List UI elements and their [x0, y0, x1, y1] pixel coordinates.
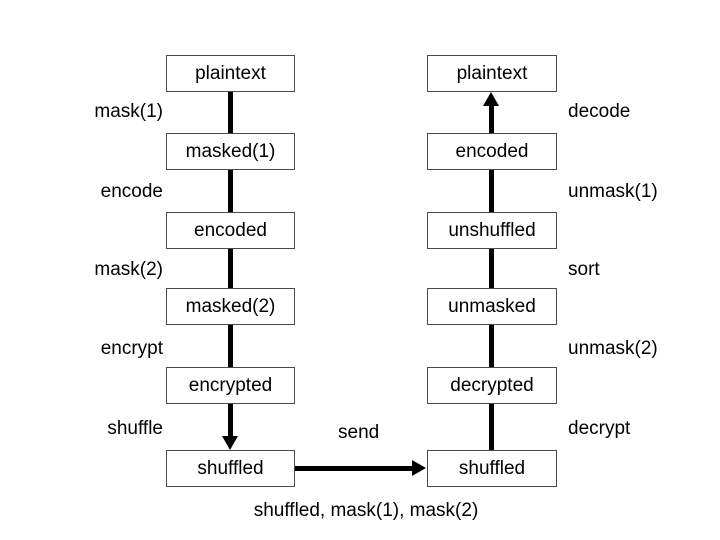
edge-label-mask-2: mask(2) [94, 259, 163, 280]
edge-label-encode: encode [100, 181, 163, 202]
connector-left-plaintext-to-masked1 [228, 92, 233, 133]
connector-left-encrypted-to-shuffled [228, 404, 233, 438]
node-left-masked2[interactable]: masked(2) [166, 288, 295, 325]
node-left-shuffled[interactable]: shuffled [166, 450, 295, 487]
edge-label-send: send [338, 422, 380, 443]
edge-label-encrypt: encrypt [100, 338, 163, 359]
connector-left-encoded-to-masked2 [228, 249, 233, 288]
connector-right-unshuffled-to-encoded [489, 170, 494, 212]
edge-label-unmask-1: unmask(1) [568, 181, 658, 202]
edge-label-unmask-2: unmask(2) [568, 338, 658, 359]
connector-right-unmasked-to-unshuffled [489, 249, 494, 288]
node-left-plaintext[interactable]: plaintext [166, 55, 295, 92]
node-left-encoded[interactable]: encoded [166, 212, 295, 249]
edge-label-decrypt: decrypt [568, 418, 631, 439]
node-right-decrypted[interactable]: decrypted [427, 367, 557, 404]
edge-label-sort: sort [568, 259, 600, 280]
node-right-plaintext[interactable]: plaintext [427, 55, 557, 92]
connector-right-shuffled-to-decrypted [489, 404, 494, 450]
arrowhead-down-icon [222, 436, 238, 450]
connector-left-masked2-to-encrypted [228, 325, 233, 367]
node-left-masked1[interactable]: masked(1) [166, 133, 295, 170]
edge-label-decode: decode [568, 101, 631, 122]
node-left-encrypted[interactable]: encrypted [166, 367, 295, 404]
node-right-shuffled[interactable]: shuffled [427, 450, 557, 487]
arrowhead-right-icon [412, 460, 426, 476]
node-right-unshuffled[interactable]: unshuffled [427, 212, 557, 249]
transfer-payload-caption: shuffled, mask(1), mask(2) [253, 500, 479, 521]
node-right-unmasked[interactable]: unmasked [427, 288, 557, 325]
connector-right-encoded-to-plaintext [489, 106, 494, 133]
edge-label-shuffle: shuffle [107, 418, 163, 439]
arrowhead-up-icon [483, 92, 499, 106]
connector-right-decrypted-to-unmasked [489, 325, 494, 367]
node-right-encoded[interactable]: encoded [427, 133, 557, 170]
edge-label-mask-1: mask(1) [94, 101, 163, 122]
diagram-canvas: plaintext masked(1) encoded masked(2) en… [0, 0, 720, 540]
connector-left-masked1-to-encoded [228, 170, 233, 212]
connector-send-shuffled-to-shuffled [294, 466, 413, 471]
